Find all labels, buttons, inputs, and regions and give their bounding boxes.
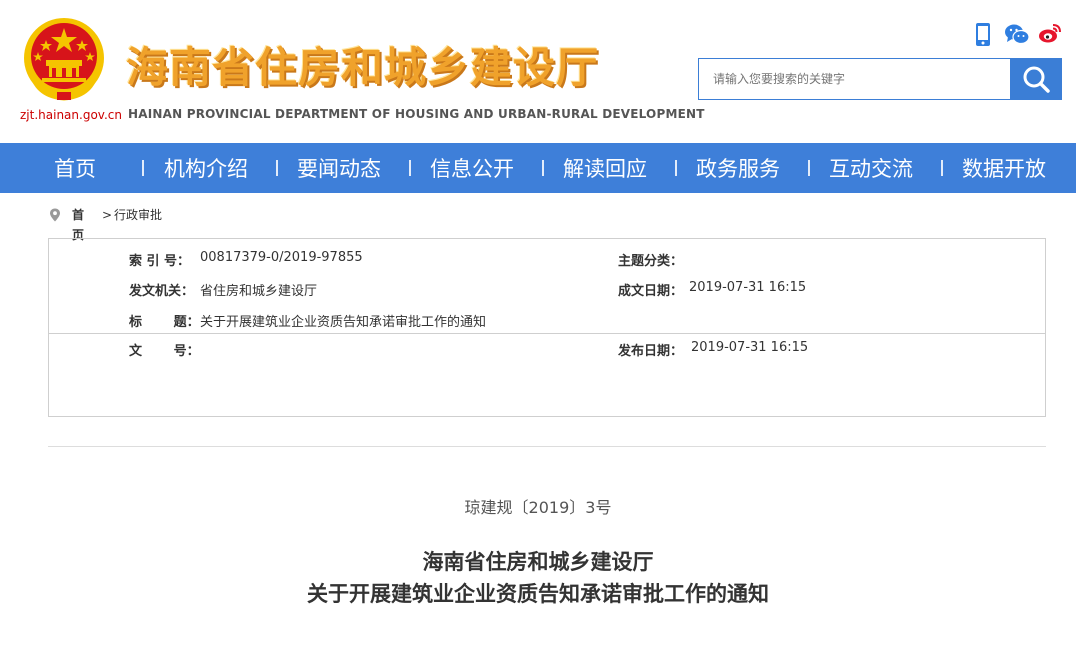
location-pin-icon [50,208,60,222]
title-label: 标 题： [129,315,200,330]
created-date-label: 成文日期： [618,284,684,299]
nav-separator [409,160,411,176]
document-title-line2: 关于开展建筑业企业资质告知承诺审批工作的通知 [307,582,769,606]
nav-item-about[interactable]: 机构介绍 [164,143,248,193]
nav-item-interpretation[interactable]: 解读回应 [563,143,647,193]
weibo-icon[interactable] [1038,22,1061,46]
nav-item-interaction[interactable]: 互动交流 [829,143,913,193]
site-url[interactable]: zjt.hainan.gov.cn [20,108,122,122]
metadata-divider [49,333,1045,334]
nav-item-open-data[interactable]: 数据开放 [962,143,1046,193]
created-date-value: 2019-07-31 16:15 [689,280,807,295]
nav-item-news[interactable]: 要闻动态 [297,143,381,193]
breadcrumb-current[interactable]: 行政审批 [114,205,162,225]
published-date-value: 2019-07-31 16:15 [691,340,809,355]
nav-separator [941,160,943,176]
search-input[interactable] [698,58,1010,100]
index-value: 00817379-0/2019-97855 [200,250,363,265]
site-header: zjt.hainan.gov.cn 海南省住房和城乡建设厅 HAINAN PRO… [0,0,1076,143]
document-metadata: 索 引 号： 00817379-0/2019-97855 主题分类： 发文机关：… [48,238,1046,417]
doc-number-label: 文 号： [129,344,200,359]
breadcrumb-separator: > [102,208,113,222]
national-emblem-icon[interactable] [22,16,106,102]
nav-separator [675,160,677,176]
published-date-label: 发布日期： [618,344,684,359]
search-icon [1023,66,1050,93]
issuer-value: 省住房和城乡建设厅 [200,284,318,299]
site-title-cn[interactable]: 海南省住房和城乡建设厅 [126,40,599,96]
mobile-icon[interactable] [972,22,994,46]
document-title-line1: 海南省住房和城乡建设厅 [422,550,654,574]
main-nav: 首页 机构介绍 要闻动态 信息公开 解读回应 政务服务 互动交流 数据开放 [0,143,1076,193]
nav-separator [542,160,544,176]
content-divider [48,446,1046,447]
nav-separator [808,160,810,176]
nav-separator [276,160,278,176]
nav-item-services[interactable]: 政务服务 [696,143,780,193]
wechat-icon[interactable] [1004,22,1030,46]
document-number: 琼建规〔2019〕3号 [464,498,612,517]
nav-item-home[interactable]: 首页 [54,143,96,193]
subject-label: 主题分类： [618,254,684,269]
nav-item-disclosure[interactable]: 信息公开 [430,143,514,193]
issuer-label: 发文机关： [129,284,195,299]
index-label: 索 引 号： [129,254,191,269]
nav-separator [142,160,144,176]
site-title-en: HAINAN PROVINCIAL DEPARTMENT OF HOUSING … [128,107,705,121]
search-button[interactable] [1010,58,1062,100]
title-value: 关于开展建筑业企业资质告知承诺审批工作的通知 [200,315,487,330]
